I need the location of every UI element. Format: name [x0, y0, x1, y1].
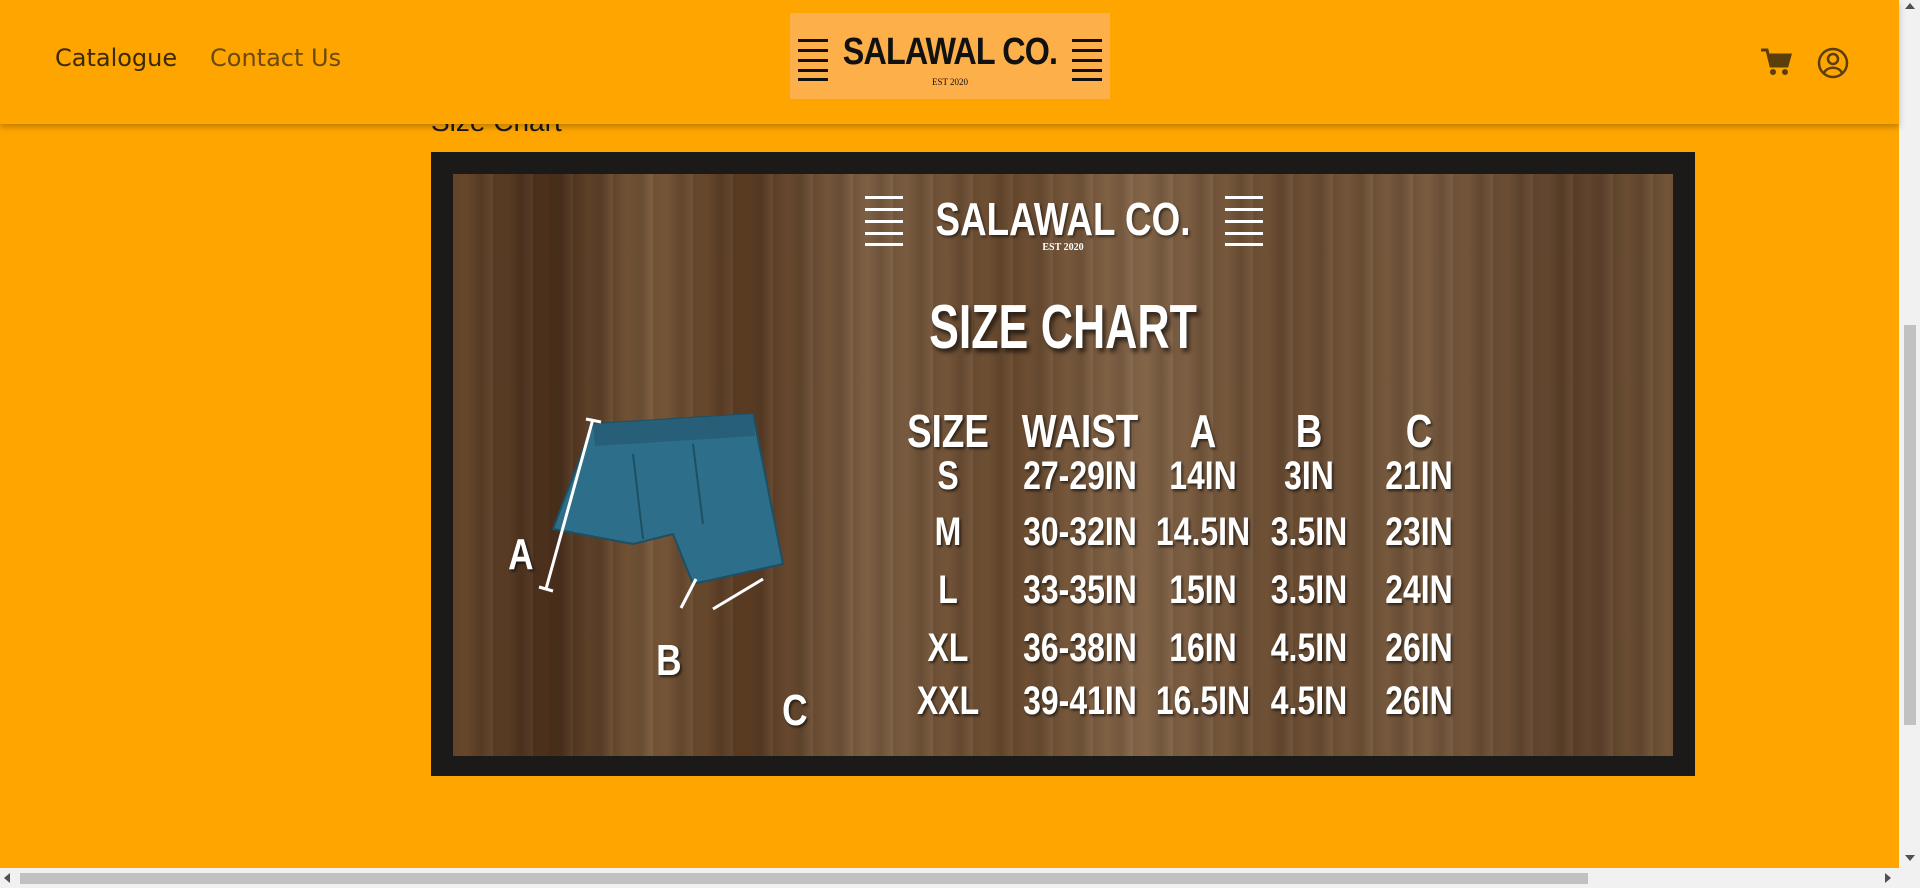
site-logo[interactable]: SALAWAL CO. EST 2020 — [790, 13, 1110, 99]
size-table-cell: 23IN — [1385, 510, 1453, 554]
size-table-cell: 26IN — [1385, 626, 1453, 670]
vertical-scrollbar[interactable] — [1899, 0, 1920, 868]
nav-contact-link[interactable]: Contact Us — [210, 44, 341, 72]
logo-text: SALAWAL CO. — [842, 31, 1058, 73]
horizontal-scrollbar-thumb[interactable] — [20, 873, 1588, 884]
scroll-down-arrow-icon[interactable] — [1905, 855, 1915, 861]
horizontal-scrollbar[interactable] — [0, 868, 1920, 888]
vertical-scrollbar-thumb[interactable] — [1904, 325, 1916, 725]
size-table-cell: 21IN — [1385, 454, 1453, 498]
user-circle-icon[interactable] — [1817, 47, 1849, 79]
size-chart-board: SALAWAL CO. EST 2020 SIZE CHART A B C SI… — [453, 174, 1673, 756]
size-chart-image: SALAWAL CO. EST 2020 SIZE CHART A B C SI… — [431, 152, 1695, 776]
size-table: SIZE WAIST A B C S 27-29IN 14IN 3IN 21IN M 30-32IN 1… — [453, 174, 1673, 756]
hamburger-icon — [1072, 39, 1102, 81]
scroll-up-arrow-icon[interactable] — [1905, 3, 1915, 9]
shopping-cart-icon[interactable] — [1760, 47, 1792, 77]
size-table-cell: 26IN — [1385, 679, 1453, 723]
scroll-right-arrow-icon[interactable] — [1885, 873, 1891, 883]
nav-catalogue-link[interactable]: Catalogue — [55, 44, 177, 72]
logo-est: EST 2020 — [931, 77, 969, 87]
size-table-header: C — [1405, 405, 1433, 457]
scroll-left-arrow-icon[interactable] — [4, 873, 10, 883]
size-table-cell: 24IN — [1385, 568, 1453, 612]
site-header: Catalogue Contact Us SALAWAL CO. EST 202… — [0, 0, 1899, 124]
